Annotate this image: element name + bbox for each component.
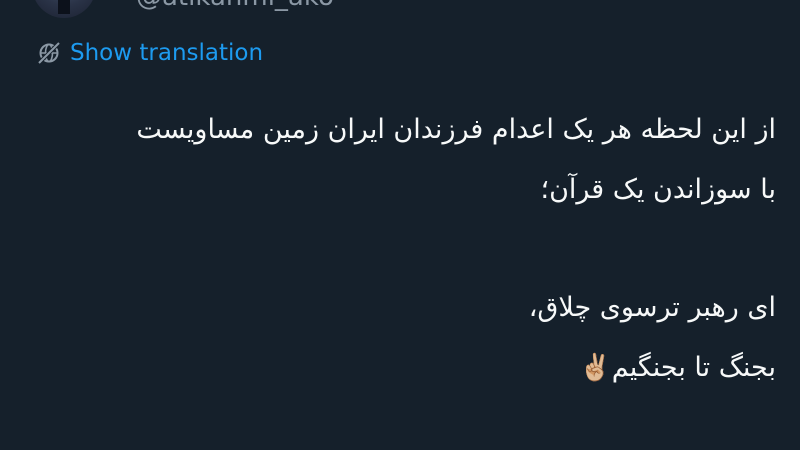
tweet-line-3: ای رهبر ترسوی چلاق، (528, 292, 776, 323)
tweet-line-2: با سوزاندن یک قرآن؛ (540, 174, 776, 205)
show-translation-label: Show translation (70, 40, 264, 66)
victory-hand-emoji-icon: ✌🏼 (579, 353, 612, 383)
tweet-line-1: از این لحظه هر یک اعدام فرزندان ایران زم… (136, 114, 776, 145)
globe-slash-icon (36, 40, 62, 66)
tweet-header: @atikahmi_ako (0, 0, 800, 20)
tweet-text: از این لحظه هر یک اعدام فرزندان ایران زم… (36, 100, 776, 398)
avatar[interactable] (32, 0, 96, 18)
tweet-line-4-text: بجنگ تا بجنگیم (611, 352, 776, 383)
tweet-line-4: بجنگ تا بجنگیم✌🏼 (36, 338, 776, 398)
show-translation-button[interactable]: Show translation (36, 38, 263, 68)
author-handle[interactable]: @atikahmi_ako (136, 0, 334, 12)
avatar-figure (58, 0, 70, 14)
